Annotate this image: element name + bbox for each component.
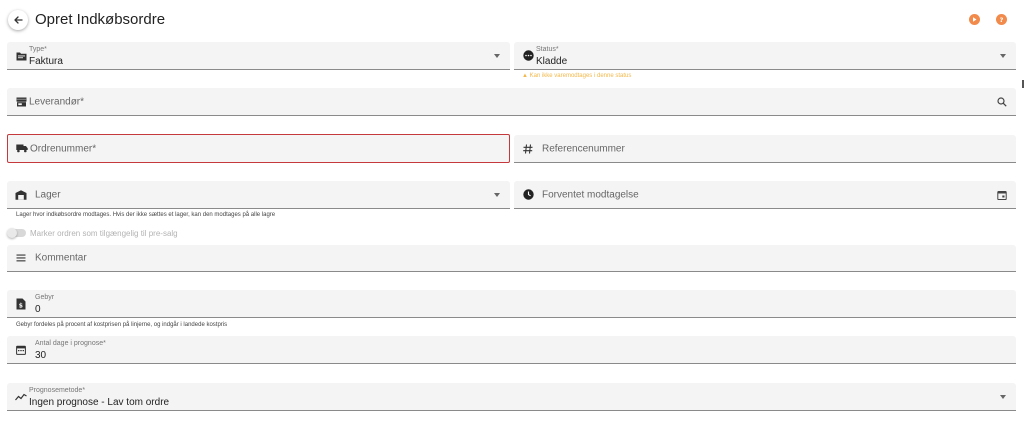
chevron-down-icon[interactable]: [1000, 394, 1006, 399]
warehouse-select[interactable]: Lager: [7, 181, 510, 209]
reference-number-input[interactable]: Referencenummer: [514, 135, 1016, 163]
forecast-method-value: Ingen prognose - Lav tom ordre: [29, 397, 170, 408]
clock-icon: [522, 189, 534, 201]
chevron-down-icon[interactable]: [494, 192, 500, 197]
forecast-method-label: Prognosemetode*: [29, 387, 86, 394]
supplier-placeholder: Leverandør*: [29, 96, 85, 107]
warning-icon: ▲: [522, 73, 530, 79]
lines-icon: [15, 252, 27, 264]
play-icon: [973, 17, 977, 22]
type-value: Faktura: [29, 56, 63, 67]
fee-input[interactable]: $ Gebyr 0: [7, 290, 1016, 318]
svg-text:$: $: [19, 302, 23, 309]
play-button[interactable]: [969, 14, 980, 25]
calendar-icon: [15, 344, 27, 356]
reference-number-placeholder: Referencenummer: [542, 143, 625, 154]
warehouse-hint: Lager hvor indkøbsordre modtages. Hvis d…: [16, 212, 276, 218]
status-warning: ▲ Kan ikke varemodtages i denne status: [522, 73, 632, 79]
arrow-left-icon: [14, 16, 23, 24]
fee-label: Gebyr: [35, 294, 55, 301]
order-number-input[interactable]: Ordrenummer*: [7, 134, 510, 163]
expected-receipt-placeholder: Forventet modtagelse: [542, 189, 639, 200]
status-value: Kladde: [536, 56, 568, 67]
store-icon: [15, 96, 27, 108]
warehouse-placeholder: Lager: [35, 189, 61, 200]
trend-icon: [15, 391, 27, 403]
search-icon[interactable]: [996, 96, 1008, 108]
question-icon: ?: [1000, 16, 1004, 23]
type-label: Type*: [29, 46, 47, 53]
order-number-placeholder: Ordrenummer*: [30, 143, 97, 154]
status-select[interactable]: Status* Kladde: [514, 42, 1016, 70]
page-title: Opret Indkøbsordre: [35, 11, 166, 28]
folder-icon: [15, 50, 27, 62]
fee-hint: Gebyr fordeles på procent af kostprisen …: [16, 322, 228, 328]
warehouse-icon: [15, 189, 27, 201]
forecast-days-input[interactable]: Antal dage i prognose* 30: [7, 336, 1016, 364]
truck-icon: [16, 143, 28, 155]
dollar-doc-icon: $: [15, 298, 27, 310]
back-button[interactable]: [8, 10, 28, 30]
forecast-days-value: 30: [35, 350, 47, 361]
chevron-down-icon[interactable]: [1000, 53, 1006, 58]
more-circle-icon: [522, 50, 534, 62]
toggle-thumb: [7, 228, 17, 238]
fee-value: 0: [35, 304, 41, 315]
presale-toggle-row[interactable]: Marker ordren som tilgængelig til pre-sa…: [7, 227, 178, 239]
forecast-method-select[interactable]: Prognosemetode* Ingen prognose - Lav tom…: [7, 383, 1016, 411]
presale-toggle-label: Marker ordren som tilgængelig til pre-sa…: [30, 228, 178, 238]
comment-input[interactable]: Kommentar: [7, 245, 1016, 272]
svg-text:?: ?: [1000, 16, 1004, 23]
expected-receipt-input[interactable]: Forventet modtagelse: [514, 181, 1016, 209]
supplier-input[interactable]: Leverandør*: [7, 88, 1016, 116]
chevron-down-icon[interactable]: [494, 53, 500, 58]
presale-toggle[interactable]: [7, 228, 26, 238]
help-button[interactable]: ?: [996, 14, 1007, 25]
forecast-days-label: Antal dage i prognose*: [35, 340, 106, 347]
header: Opret Indkøbsordre ?: [0, 0, 1024, 40]
hash-icon: [522, 143, 534, 155]
type-select[interactable]: Type* Faktura: [7, 42, 510, 70]
calendar-icon[interactable]: [996, 189, 1008, 201]
status-label: Status*: [536, 46, 559, 53]
comment-placeholder: Kommentar: [35, 252, 87, 264]
